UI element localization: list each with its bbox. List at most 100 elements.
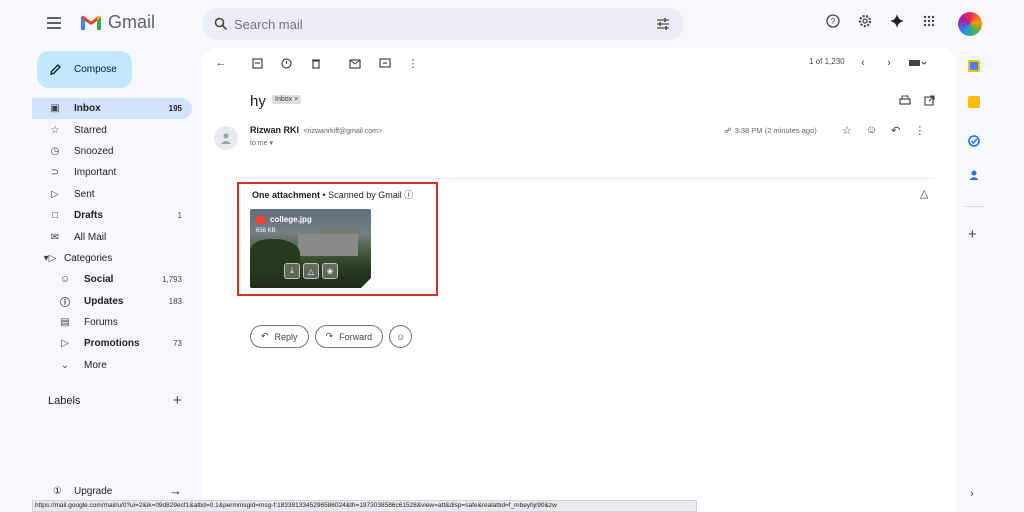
- sidebar-item-starred[interactable]: ☆ Starred: [32, 119, 192, 140]
- reply-icon[interactable]: ↶: [891, 124, 900, 137]
- download-icon[interactable]: ⤓: [284, 263, 300, 279]
- star-icon[interactable]: ☆: [842, 124, 852, 137]
- calendar-icon[interactable]: [968, 60, 980, 72]
- archive-icon[interactable]: [250, 56, 264, 70]
- attachment-title: One attachment: [252, 190, 321, 200]
- sidebar-item-promotions[interactable]: ▷ Promotions 73: [32, 333, 192, 354]
- time-text: 3:38 PM (2 minutes ago): [734, 126, 817, 135]
- apps-grid-icon[interactable]: [920, 12, 938, 30]
- search-icon[interactable]: [214, 17, 228, 31]
- sidebar-item-inbox[interactable]: ▣ Inbox 195: [32, 98, 192, 120]
- emoji-reaction-button[interactable]: ☺: [389, 325, 413, 348]
- image-file-icon: [256, 215, 266, 224]
- add-label-plus-icon[interactable]: +: [173, 392, 182, 409]
- add-to-drive-icon[interactable]: △: [303, 263, 319, 279]
- email-subject: hy: [250, 93, 266, 110]
- tag-icon: ▷: [61, 338, 69, 350]
- search-bar[interactable]: [202, 8, 684, 40]
- label-icon: ▾▷: [43, 252, 57, 264]
- reply-label: Reply: [274, 331, 298, 342]
- reply-button[interactable]: ↶ Reply: [250, 325, 309, 348]
- sidebar-item-forums[interactable]: ▤ Forums: [32, 312, 192, 333]
- all-mail-icon: ✉: [50, 231, 60, 243]
- inbox-icon: ▣: [50, 103, 60, 115]
- labels-heading: Labels: [48, 395, 81, 407]
- mark-unread-icon[interactable]: [348, 56, 362, 70]
- newer-chevron-left-icon[interactable]: ‹: [856, 56, 870, 70]
- important-icon: ⊃: [50, 167, 60, 179]
- back-arrow-icon[interactable]: ←: [214, 56, 228, 70]
- gmail-m-icon: [81, 15, 101, 30]
- sidebar-item-categories[interactable]: ▾▷ Categories: [32, 248, 192, 269]
- sidebar-item-drafts[interactable]: □ Drafts 1: [32, 205, 192, 226]
- keep-icon[interactable]: [968, 96, 980, 108]
- delete-trash-icon[interactable]: [309, 56, 323, 70]
- sidebar-item-important[interactable]: ⊃ Important: [32, 162, 192, 183]
- sender-avatar[interactable]: [214, 126, 238, 150]
- search-input[interactable]: [234, 16, 634, 32]
- reply-icon: ↶: [261, 331, 269, 341]
- contacts-icon[interactable]: [968, 168, 980, 180]
- nav-label: Social: [84, 274, 114, 286]
- nav-count: 183: [168, 296, 182, 306]
- clock-icon: ◷: [50, 145, 60, 157]
- nav-label: Categories: [64, 252, 113, 264]
- sidebar-item-updates[interactable]: ⓘ Updates 183: [32, 291, 192, 312]
- emoji-reaction-icon[interactable]: ☺: [866, 124, 877, 137]
- move-to-icon[interactable]: [378, 56, 392, 70]
- older-chevron-right-icon[interactable]: ›: [882, 56, 896, 70]
- nav-count: 73: [173, 339, 182, 349]
- info-icon[interactable]: ⓘ: [404, 190, 413, 200]
- nav-label: Starred: [74, 124, 107, 136]
- scanned-label: • Scanned by Gmail: [322, 190, 402, 200]
- emoji-icon: ☺: [396, 331, 406, 342]
- sidebar-item-all-mail[interactable]: ✉ All Mail: [32, 226, 192, 247]
- settings-gear-icon[interactable]: [856, 12, 874, 30]
- help-icon[interactable]: ?: [824, 12, 842, 30]
- nav-label: Updates: [84, 295, 124, 307]
- sidebar-item-sent[interactable]: ▷ Sent: [32, 184, 192, 205]
- pencil-icon: [50, 64, 61, 75]
- nav-count: 1,793: [161, 275, 182, 285]
- account-avatar[interactable]: [958, 12, 982, 36]
- sidebar-item-snoozed[interactable]: ◷ Snoozed: [32, 141, 192, 162]
- message-pane: ← ⋮ 1 of 1,230 ‹ › hy Inbox × Rizwan RKI…: [202, 48, 956, 512]
- sender-email: <rizwanrkiff@gmail.com>: [303, 128, 383, 135]
- inbox-label-chip[interactable]: Inbox ×: [272, 95, 302, 104]
- link-status-bar: https://mail.google.com/mail/u/0?ui=2&ik…: [32, 500, 697, 512]
- sidebar-item-social[interactable]: ☺ Social 1,793: [32, 269, 192, 290]
- search-options-icon[interactable]: [656, 17, 670, 31]
- gemini-sparkle-icon[interactable]: [888, 12, 906, 30]
- chevron-right-icon[interactable]: ›: [970, 488, 974, 500]
- sidebar-item-more[interactable]: ⌄ More: [32, 355, 192, 376]
- more-vert-icon[interactable]: ⋮: [406, 56, 420, 70]
- nav-count: 195: [168, 104, 182, 114]
- more-vert-icon[interactable]: ⋮: [914, 124, 925, 137]
- message-actions: ☆ ☺ ↶ ⋮: [842, 124, 925, 137]
- nav-label: Drafts: [74, 210, 103, 222]
- sender-name: Rizwan RKI <rizwanrkiff@gmail.com>: [250, 125, 382, 135]
- attachment-thumbnail[interactable]: college.jpg 658 KB ⤓ △ ❀: [250, 209, 371, 288]
- recipient-details-toggle[interactable]: to me ▾: [250, 139, 273, 147]
- gmail-logo[interactable]: Gmail: [80, 12, 155, 33]
- nav-label: Promotions: [84, 338, 140, 350]
- upgrade-link[interactable]: ① Upgrade: [53, 486, 112, 497]
- filename-text: college.jpg: [270, 215, 312, 224]
- open-new-window-icon[interactable]: [922, 93, 936, 107]
- main-menu-button[interactable]: [44, 14, 64, 34]
- compose-button[interactable]: Compose: [37, 51, 132, 88]
- divider: [250, 178, 934, 179]
- report-spam-icon[interactable]: [279, 56, 293, 70]
- edit-photos-icon[interactable]: ❀: [322, 263, 338, 279]
- forward-button[interactable]: ↷ Forward: [314, 325, 384, 348]
- arrow-right-icon[interactable]: →: [169, 483, 182, 498]
- add-to-drive-icon[interactable]: △: [920, 187, 928, 200]
- tasks-icon[interactable]: [968, 134, 980, 147]
- person-icon: [221, 133, 231, 144]
- nav-label: Forums: [84, 317, 118, 329]
- nav-label: All Mail: [74, 231, 107, 243]
- input-tools-keyboard-icon[interactable]: [908, 56, 928, 70]
- print-icon[interactable]: [898, 93, 912, 107]
- nav-label: Inbox: [74, 103, 101, 115]
- get-addons-plus-icon[interactable]: +: [968, 226, 977, 243]
